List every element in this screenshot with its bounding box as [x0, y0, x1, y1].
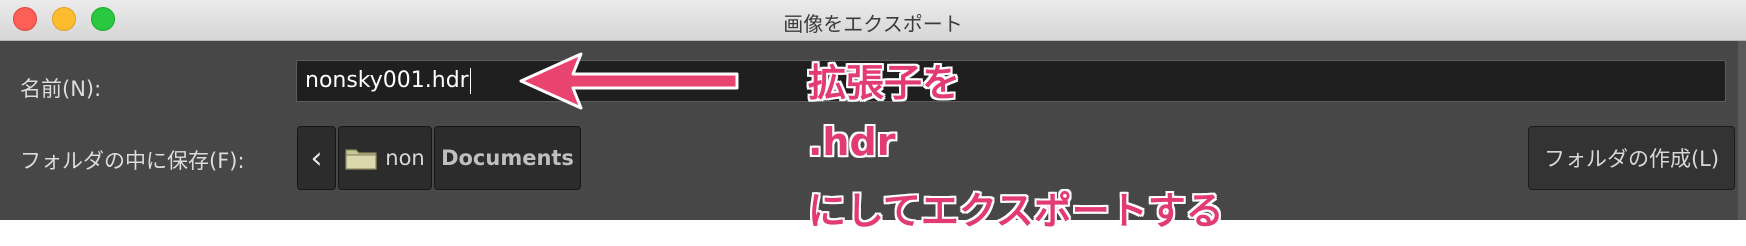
folder-icon	[345, 149, 377, 170]
annotation-line-2: .hdr	[808, 120, 896, 164]
save-in-folder-label: フォルダの中に保存(F):	[20, 149, 245, 173]
name-label: 名前(N):	[20, 77, 102, 101]
path-documents-button[interactable]: Documents	[434, 126, 581, 190]
scrollbar[interactable]	[1738, 41, 1746, 220]
title-bar[interactable]: 画像をエクスポート	[0, 0, 1746, 41]
export-image-dialog: 画像をエクスポート 名前(N): nonsky001.hdr フォルダの中に保存…	[0, 0, 1746, 246]
filename-input[interactable]: nonsky001.hdr	[296, 60, 1726, 102]
create-folder-label: フォルダの作成(L)	[1543, 147, 1720, 171]
arrow-left-icon	[519, 52, 739, 110]
annotation-line-1: 拡張子を	[808, 61, 961, 105]
create-folder-button[interactable]: フォルダの作成(L)	[1528, 126, 1735, 190]
chevron-left-icon: ‹	[310, 140, 323, 176]
path-back-button[interactable]: ‹	[297, 126, 336, 190]
path-home-button[interactable]: non	[338, 126, 432, 190]
annotation-line-3: にしてエクスポートする	[808, 189, 1224, 233]
path-home-label: non	[385, 146, 425, 170]
text-caret	[469, 68, 471, 94]
window-title: 画像をエクスポート	[783, 12, 963, 36]
filename-value: nonsky001.hdr	[305, 68, 469, 93]
path-documents-label: Documents	[441, 146, 574, 170]
